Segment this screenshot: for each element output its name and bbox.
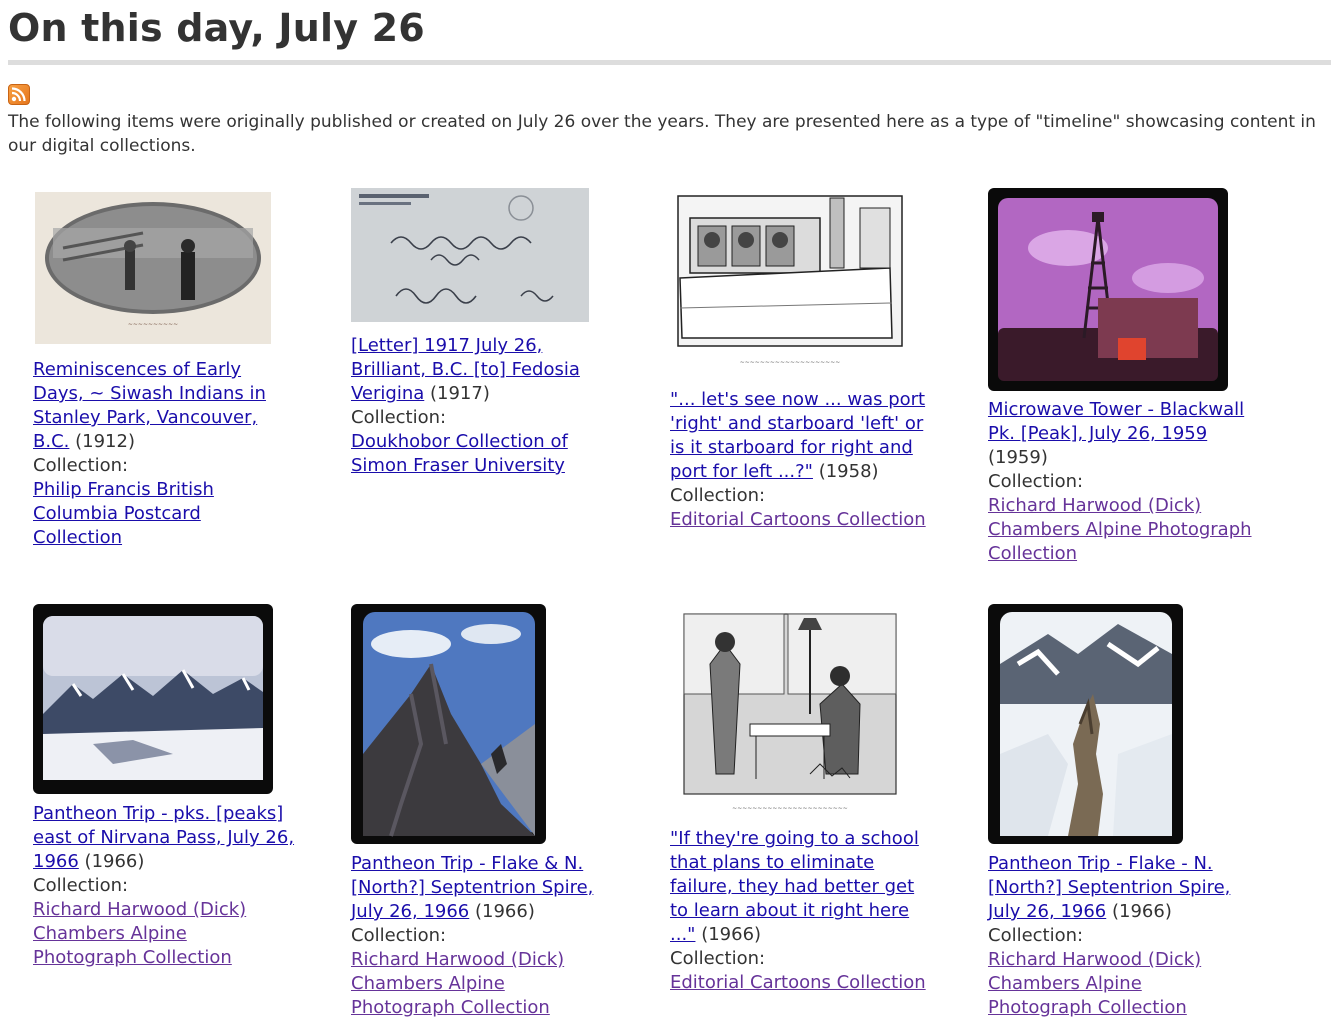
collection-link[interactable]: Doukhobor Collection of Simon Fraser Uni… (351, 431, 568, 476)
collection-label: Collection: (33, 455, 129, 476)
item-title-link[interactable]: Microwave Tower - Blackwall Pk. [Peak], … (988, 399, 1244, 444)
collection-link[interactable]: Richard Harwood (Dick) Chambers Alpine P… (33, 899, 246, 968)
item-thumbnail[interactable] (988, 188, 1228, 391)
collection-link[interactable]: Editorial Cartoons Collection (670, 509, 926, 530)
item-year: (1966) (701, 924, 762, 945)
item-thumbnail[interactable]: ~~~~~~~~~~~~~~~~~~~~~~~ (670, 604, 910, 824)
title-divider (8, 60, 1331, 65)
rss-feed-icon[interactable] (8, 84, 30, 105)
collection-link[interactable]: Richard Harwood (Dick) Chambers Alpine P… (988, 949, 1201, 1018)
item-title-link[interactable]: Reminiscences of Early Days, ~ Siwash In… (33, 359, 266, 452)
collection-link[interactable]: Philip Francis British Columbia Postcard… (33, 479, 214, 548)
svg-text:~~~~~~~~~~~~~~~~~~~~~~~: ~~~~~~~~~~~~~~~~~~~~~~~ (732, 805, 848, 812)
collection-label: Collection: (33, 875, 129, 896)
item-year: (1917) (430, 383, 490, 404)
item-title-link[interactable]: Pantheon Trip - Flake & N. [North?] Sept… (351, 853, 593, 922)
item-thumbnail[interactable] (988, 604, 1183, 844)
item-title-link[interactable]: "... let's see now ... was port 'right' … (670, 389, 925, 482)
item-year: (1959) (988, 447, 1048, 468)
collection-link[interactable]: Editorial Cartoons Collection (670, 972, 926, 993)
item-year: (1912) (75, 431, 135, 452)
item-year: (1966) (84, 851, 145, 872)
collection-link[interactable]: Richard Harwood (Dick) Chambers Alpine P… (351, 949, 564, 1018)
collection-label: Collection: (670, 948, 766, 969)
collection-link[interactable]: Richard Harwood (Dick) Chambers Alpine P… (988, 495, 1252, 564)
item-thumbnail[interactable]: ~~~~~~~~~~~~~~~~~~~~ (670, 188, 910, 380)
svg-text:~~~~~~~~~~: ~~~~~~~~~~ (128, 321, 178, 328)
item-year: (1966) (474, 901, 535, 922)
item-thumbnail[interactable] (33, 604, 273, 794)
collection-label: Collection: (988, 471, 1084, 492)
item-title-link[interactable]: Pantheon Trip - pks. [peaks] east of Nir… (33, 803, 294, 872)
page-title: On this day, July 26 (8, 6, 425, 50)
item-thumbnail[interactable] (351, 188, 591, 324)
svg-text:~~~~~~~~~~~~~~~~~~~~: ~~~~~~~~~~~~~~~~~~~~ (740, 359, 841, 366)
collection-label: Collection: (351, 925, 447, 946)
item-title-link[interactable]: Pantheon Trip - Flake - N. [North?] Sept… (988, 853, 1230, 922)
item-thumbnail[interactable] (351, 604, 546, 844)
item-year: (1966) (1111, 901, 1172, 922)
item-thumbnail[interactable]: ~~~~~~~~~~ (33, 188, 273, 348)
item-year: (1958) (818, 461, 879, 482)
intro-text: The following items were originally publ… (8, 112, 1316, 156)
collection-label: Collection: (988, 925, 1084, 946)
collection-label: Collection: (670, 485, 766, 506)
collection-label: Collection: (351, 407, 447, 428)
